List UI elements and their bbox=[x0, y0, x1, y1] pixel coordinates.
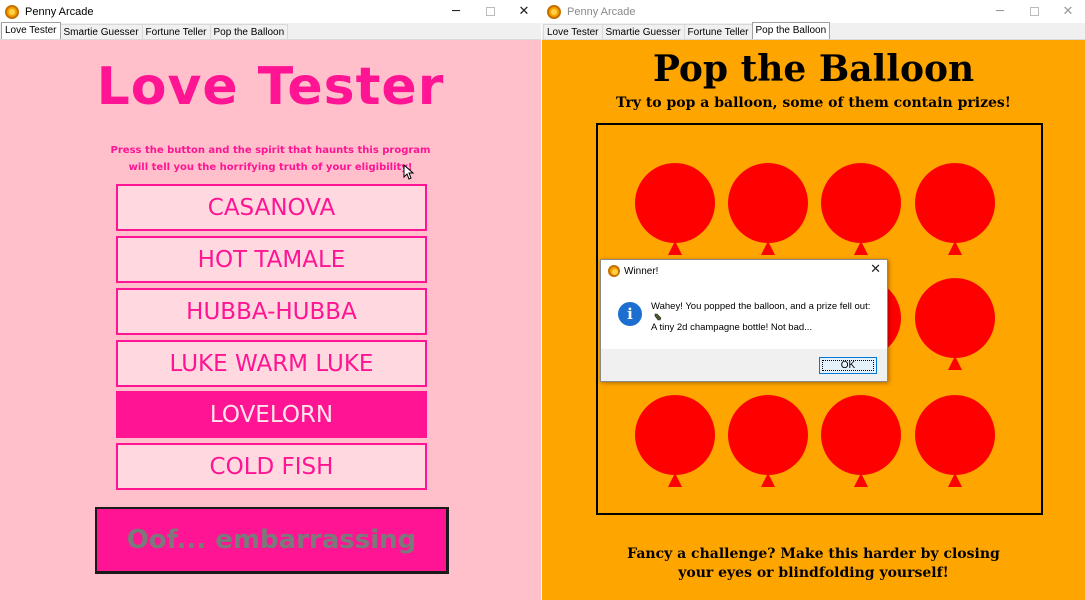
option-lovelorn: LOVELORN bbox=[116, 391, 427, 438]
option-casanova: CASANOVA bbox=[116, 184, 427, 231]
love-tester-window: Penny Arcade ─ ✕ Love Tester Smartie Gue… bbox=[0, 0, 541, 600]
balloon[interactable] bbox=[821, 395, 901, 487]
tab-bar: Love Tester Smartie Guesser Fortune Tell… bbox=[0, 22, 541, 40]
maximize-button[interactable] bbox=[473, 0, 507, 23]
penny-arcade-app-icon bbox=[608, 265, 620, 277]
maximize-icon bbox=[1029, 7, 1039, 16]
tab-love-tester[interactable]: Love Tester bbox=[543, 24, 603, 39]
love-tester-panel: Love Tester Press the button and the spi… bbox=[0, 40, 541, 600]
page-subtitle: Try to pop a balloon, some of them conta… bbox=[616, 95, 1011, 111]
dialog-title: Winner! bbox=[624, 265, 659, 277]
title-bar: Penny Arcade ─ ✕ bbox=[542, 0, 1085, 23]
instructions: Press the button and the spirit that hau… bbox=[0, 142, 541, 176]
dialog-message-line-2: A tiny 2d champagne bottle! Not bad... bbox=[651, 322, 813, 333]
option-luke-warm-luke: LUKE WARM LUKE bbox=[116, 340, 427, 387]
close-button[interactable]: ✕ bbox=[1051, 0, 1085, 23]
balloon-body bbox=[635, 395, 715, 475]
dialog-body: i Wahey! You popped the balloon, and a p… bbox=[601, 282, 887, 349]
option-cold-fish: COLD FISH bbox=[116, 443, 427, 490]
option-hubba-hubba: HUBBA-HUBBA bbox=[116, 288, 427, 335]
balloon-body bbox=[821, 395, 901, 475]
tab-love-tester[interactable]: Love Tester bbox=[1, 22, 61, 39]
balloon-knot bbox=[761, 241, 775, 255]
balloon[interactable] bbox=[915, 278, 995, 370]
challenge-text: Fancy a challenge? Make this harder by c… bbox=[542, 545, 1085, 583]
penny-arcade-app-icon bbox=[5, 4, 19, 19]
balloon[interactable] bbox=[728, 163, 808, 255]
balloon-body bbox=[728, 395, 808, 475]
balloon[interactable] bbox=[915, 163, 995, 255]
balloon-body bbox=[821, 163, 901, 243]
dialog-footer: OK bbox=[601, 349, 887, 381]
balloon-body bbox=[635, 163, 715, 243]
balloon-knot bbox=[854, 473, 868, 487]
balloon-body bbox=[915, 395, 995, 475]
tab-fortune-teller[interactable]: Fortune Teller bbox=[683, 24, 753, 39]
dialog-close-button[interactable]: ✕ bbox=[870, 262, 881, 277]
balloon-knot bbox=[948, 356, 962, 370]
tab-smartie-guesser[interactable]: Smartie Guesser bbox=[59, 24, 143, 39]
balloon-knot bbox=[948, 241, 962, 255]
tab-pop-the-balloon[interactable]: Pop the Balloon bbox=[209, 24, 289, 39]
window-title: Penny Arcade bbox=[25, 5, 94, 18]
balloon-knot bbox=[668, 473, 682, 487]
info-icon: i bbox=[618, 302, 642, 326]
balloon[interactable] bbox=[728, 395, 808, 487]
balloon[interactable] bbox=[821, 163, 901, 255]
page-title: Love Tester bbox=[96, 57, 445, 117]
dialog-message-line-1: Wahey! You popped the balloon, and a pri… bbox=[651, 301, 871, 312]
balloon-knot bbox=[948, 473, 962, 487]
winner-dialog: Winner! ✕ i Wahey! You popped the balloo… bbox=[600, 259, 888, 382]
test-love-button[interactable]: Oof... embarrassing bbox=[95, 507, 449, 574]
page-title: Pop the Balloon bbox=[652, 48, 975, 90]
balloon-body bbox=[728, 163, 808, 243]
maximize-icon bbox=[485, 7, 495, 16]
tab-pop-the-balloon[interactable]: Pop the Balloon bbox=[751, 22, 831, 39]
ok-button[interactable]: OK bbox=[819, 357, 877, 374]
window-title: Penny Arcade bbox=[567, 5, 636, 18]
champagne-bottle-icon bbox=[654, 313, 662, 321]
balloon[interactable] bbox=[635, 163, 715, 255]
tab-fortune-teller[interactable]: Fortune Teller bbox=[141, 24, 211, 39]
tab-bar: Love Tester Smartie Guesser Fortune Tell… bbox=[542, 22, 1085, 40]
balloon-knot bbox=[854, 241, 868, 255]
instructions-line-1: Press the button and the spirit that hau… bbox=[110, 145, 431, 156]
option-hot-tamale: HOT TAMALE bbox=[116, 236, 427, 283]
maximize-button[interactable] bbox=[1017, 0, 1051, 23]
instructions-line-2: will tell you the horrifying truth of yo… bbox=[128, 162, 413, 173]
challenge-line-1: Fancy a challenge? Make this harder by c… bbox=[627, 546, 1000, 562]
close-button[interactable]: ✕ bbox=[507, 0, 541, 23]
balloon[interactable] bbox=[635, 395, 715, 487]
tab-smartie-guesser[interactable]: Smartie Guesser bbox=[601, 24, 685, 39]
minimize-button[interactable]: ─ bbox=[439, 0, 473, 23]
dialog-title-bar: Winner! ✕ bbox=[601, 260, 887, 282]
balloon[interactable] bbox=[915, 395, 995, 487]
balloon-body bbox=[915, 163, 995, 243]
minimize-button[interactable]: ─ bbox=[983, 0, 1017, 23]
mouse-cursor-icon bbox=[403, 164, 415, 180]
challenge-line-2: your eyes or blindfolding yourself! bbox=[678, 565, 949, 581]
balloon-knot bbox=[668, 241, 682, 255]
balloon-body bbox=[915, 278, 995, 358]
penny-arcade-app-icon bbox=[547, 4, 561, 19]
balloon-knot bbox=[761, 473, 775, 487]
title-bar: Penny Arcade ─ ✕ bbox=[0, 0, 541, 23]
